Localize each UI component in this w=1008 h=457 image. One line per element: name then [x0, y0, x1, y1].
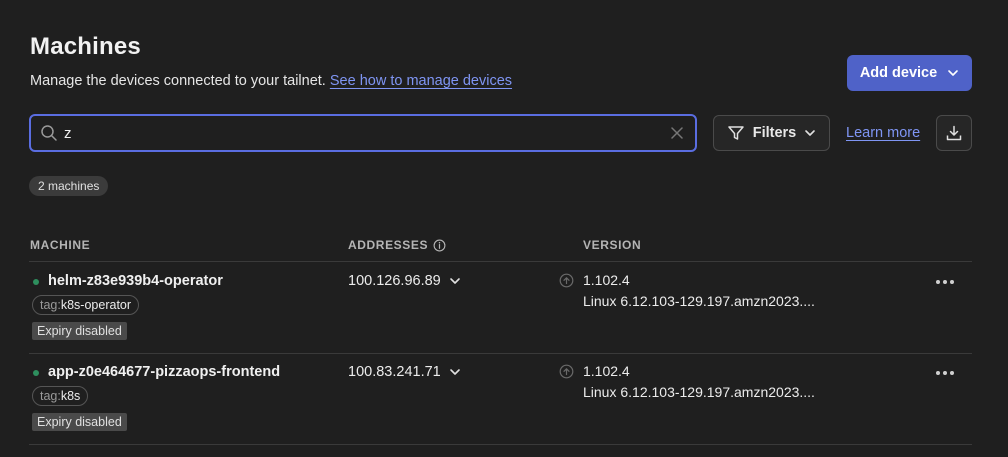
tag-value: k8s-operator — [60, 298, 132, 312]
tag-prefix: tag: — [40, 298, 61, 312]
chevron-down-icon — [805, 130, 816, 136]
address-value: 100.126.96.89 — [348, 273, 441, 289]
table-row[interactable]: app-z0e464677-pizzaops-frontend tag: k8s … — [29, 353, 972, 445]
more-options-icon[interactable] — [932, 364, 958, 382]
page-title: Machines — [30, 33, 141, 60]
tag-chip: tag: k8s — [32, 386, 89, 406]
online-status-dot — [33, 370, 39, 376]
column-header-version[interactable]: VERSION — [583, 238, 641, 252]
download-button[interactable] — [936, 115, 972, 151]
machine-count-badge: 2 machines — [29, 176, 109, 196]
search-input[interactable] — [64, 124, 670, 142]
address-dropdown[interactable]: 100.83.241.71 — [348, 364, 461, 380]
search-icon — [40, 124, 58, 142]
manage-devices-link[interactable]: See how to manage devices — [330, 73, 512, 89]
os-value: Linux 6.12.103-129.197.amzn2023.... — [583, 384, 815, 400]
tag-value: k8s — [60, 389, 81, 403]
tag-prefix: tag: — [40, 389, 61, 403]
filters-button[interactable]: Filters — [713, 115, 830, 151]
more-options-icon[interactable] — [932, 273, 958, 291]
filters-label: Filters — [752, 125, 797, 141]
search-box — [29, 114, 697, 152]
download-icon — [946, 125, 962, 141]
add-device-button[interactable]: Add device — [847, 55, 972, 91]
online-status-dot — [33, 279, 39, 285]
machine-name[interactable]: app-z0e464677-pizzaops-frontend — [48, 364, 280, 380]
close-icon[interactable] — [670, 126, 684, 140]
os-value: Linux 6.12.103-129.197.amzn2023.... — [583, 293, 815, 309]
address-value: 100.83.241.71 — [348, 364, 441, 380]
column-header-machine[interactable]: MACHINE — [30, 238, 90, 252]
tag-chip: tag: k8s-operator — [32, 295, 140, 315]
chevron-down-icon — [449, 369, 460, 375]
filter-icon — [727, 126, 744, 140]
add-device-label: Add device — [859, 65, 938, 81]
chevron-down-icon — [948, 70, 958, 76]
column-header-label: MACHINE — [30, 238, 91, 252]
table-row[interactable]: helm-z83e939b4-operator tag: k8s-operator… — [29, 262, 972, 354]
chevron-down-icon — [449, 278, 460, 284]
page-subtitle: Manage the devices connected to your tai… — [30, 73, 512, 89]
column-header-label: VERSION — [583, 238, 642, 252]
update-available-icon — [559, 364, 574, 379]
learn-more-link[interactable]: Learn more — [846, 125, 920, 141]
info-icon[interactable] — [433, 239, 446, 252]
machine-name[interactable]: helm-z83e939b4-operator — [48, 273, 223, 289]
expiry-badge: Expiry disabled — [32, 413, 127, 431]
subtitle-text: Manage the devices connected to your tai… — [30, 73, 326, 89]
update-available-icon — [559, 273, 574, 288]
column-header-addresses[interactable]: ADDRESSES — [348, 238, 446, 252]
column-header-label: ADDRESSES — [348, 238, 429, 252]
expiry-badge: Expiry disabled — [32, 322, 127, 340]
address-dropdown[interactable]: 100.126.96.89 — [348, 273, 461, 289]
version-value: 1.102.4 — [583, 272, 630, 288]
version-value: 1.102.4 — [583, 363, 630, 379]
